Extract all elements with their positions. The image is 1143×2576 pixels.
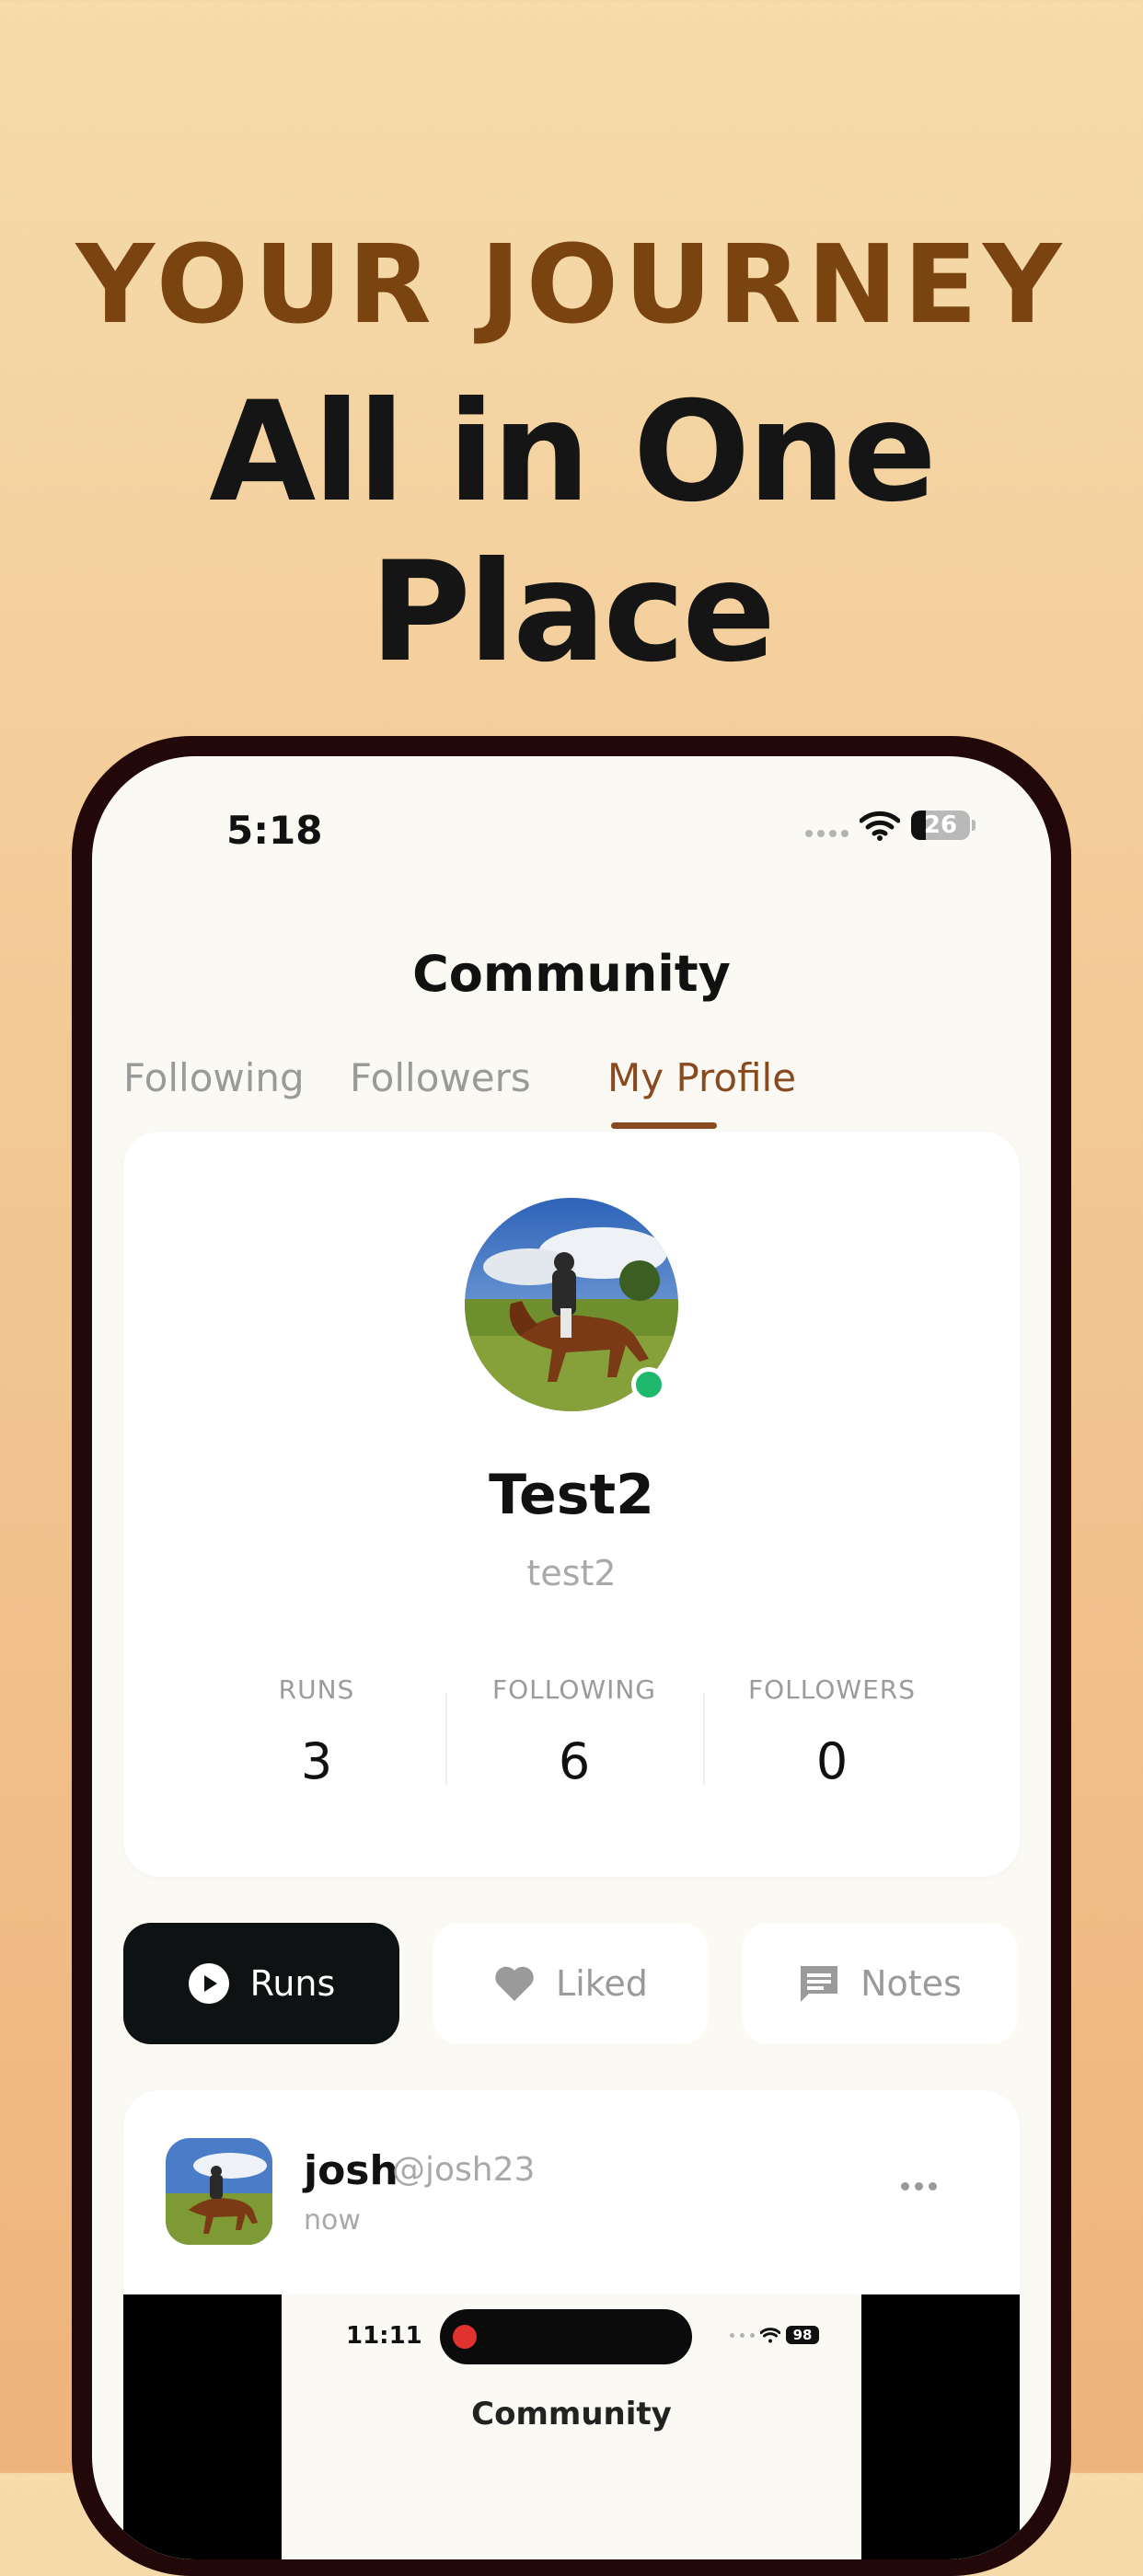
post-screenshot: 11:11 98 Community	[282, 2294, 861, 2559]
battery-level: 26	[923, 811, 958, 839]
notes-filter-label: Notes	[860, 1963, 962, 2004]
profile-stats: RUNS 3 FOLLOWING 6 FOLLOWERS 0	[188, 1674, 961, 1803]
liked-filter-button[interactable]: Liked	[433, 1923, 709, 2044]
wifi-icon	[760, 2328, 780, 2343]
stat-label: FOLLOWING	[492, 1674, 656, 1705]
profile-handle: test2	[526, 1553, 617, 1593]
play-circle-icon	[188, 1963, 229, 2004]
liked-filter-label: Liked	[556, 1963, 648, 2004]
status-indicators: 26	[805, 810, 976, 841]
page-title: Community	[412, 945, 731, 1003]
runs-filter-button[interactable]: Runs	[123, 1923, 399, 2044]
preview-status-time: 11:11	[346, 2322, 422, 2350]
preview-dynamic-island	[440, 2309, 692, 2364]
profile-card: Test2 test2 RUNS 3 FOLLOWING 6 FOLLOWERS…	[123, 1132, 1020, 1877]
stat-value: 3	[300, 1732, 333, 1790]
post-author-avatar[interactable]	[166, 2138, 272, 2245]
phone-screen: 5:18 26 Community Following Followers My…	[92, 756, 1051, 2559]
stat-value: 0	[815, 1732, 849, 1790]
stat-followers[interactable]: FOLLOWERS 0	[703, 1674, 961, 1803]
active-tab-indicator	[611, 1122, 717, 1129]
stat-runs[interactable]: RUNS 3	[188, 1674, 445, 1803]
runs-filter-label: Runs	[249, 1963, 336, 2004]
tab-followers[interactable]: Followers	[350, 1055, 531, 1100]
stat-label: RUNS	[278, 1674, 355, 1705]
preview-battery: 98	[786, 2326, 819, 2344]
recording-dot-icon	[453, 2325, 477, 2349]
stat-value: 6	[558, 1732, 591, 1790]
tab-my-profile[interactable]: My Profile	[607, 1055, 796, 1100]
phone-frame: 5:18 26 Community Following Followers My…	[72, 736, 1071, 2576]
notes-filter-button[interactable]: Notes	[742, 1923, 1018, 2044]
post-media[interactable]: 11:11 98 Community	[123, 2294, 1020, 2559]
battery-nub	[972, 820, 976, 831]
status-time: 5:18	[226, 808, 323, 853]
stat-following[interactable]: FOLLOWING 6	[445, 1674, 703, 1803]
cellular-signal-icon	[805, 830, 849, 837]
post-timestamp: now	[304, 2204, 361, 2237]
horse-rider-photo	[166, 2138, 272, 2245]
stat-label: FOLLOWERS	[748, 1674, 916, 1705]
wifi-icon	[860, 811, 900, 841]
more-options-icon[interactable]	[901, 2182, 937, 2191]
preview-page-title: Community	[471, 2396, 672, 2432]
message-icon	[801, 1966, 838, 2002]
run-post-card[interactable]: josh @josh23 now 11:11 98 Community	[123, 2090, 1020, 2559]
post-author-name[interactable]: josh	[304, 2147, 398, 2194]
battery-icon: 26	[911, 811, 970, 840]
profile-name: Test2	[489, 1463, 654, 1527]
hero-headline: All in One Place	[209, 373, 937, 693]
hero-eyebrow: YOUR JOURNEY	[75, 221, 1068, 348]
preview-status-indicators: 98	[730, 2326, 819, 2344]
heart-icon	[495, 1966, 534, 2001]
online-status-indicator	[631, 1367, 666, 1402]
post-author-handle: @josh23	[392, 2151, 536, 2189]
tab-following[interactable]: Following	[123, 1055, 305, 1100]
